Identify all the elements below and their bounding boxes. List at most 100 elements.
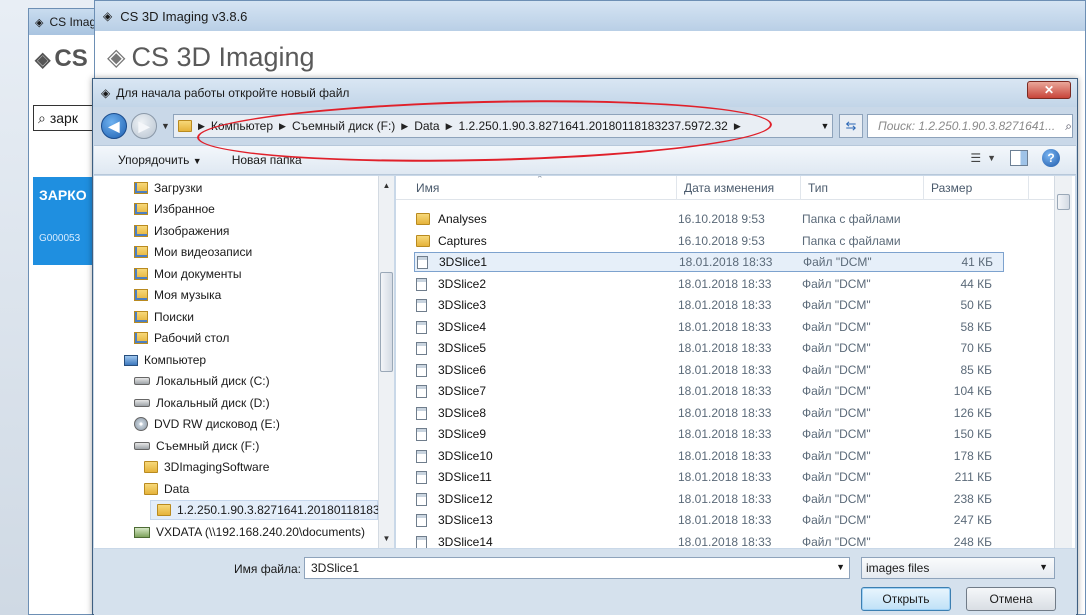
list-item[interactable]: 3DSlice2 18.01.2018 18:33 Файл "DCM" 44 КБ: [414, 274, 1004, 294]
tree-item-drive-c[interactable]: Локальный диск (C:): [134, 371, 270, 391]
new-folder-button[interactable]: Новая папка: [232, 153, 302, 167]
breadcrumb-item[interactable]: 1.2.250.1.90.3.8271641.20180118183237.59…: [458, 119, 727, 133]
list-item[interactable]: 3DSlice13 18.01.2018 18:33 Файл "DCM" 247 К…: [414, 510, 1004, 530]
tree-item-data[interactable]: Data: [144, 479, 189, 499]
list-item-selected[interactable]: 3DSlice1 18.01.2018 18:33 Файл "DCM" 41 КБ: [414, 252, 1004, 272]
scrollbar-thumb[interactable]: [1057, 194, 1070, 210]
scroll-up-icon[interactable]: ▲: [379, 178, 394, 193]
tree-item-videos[interactable]: Мои видеозаписи: [134, 242, 252, 262]
tree-item-current-study[interactable]: 1.2.250.1.90.3.8271641.201801181832: [150, 500, 386, 520]
file-date: 18.01.2018 18:33: [678, 363, 772, 377]
breadcrumb-item[interactable]: Data: [414, 119, 439, 133]
file-date: 18.01.2018 18:33: [678, 406, 772, 420]
tree-item-documents[interactable]: Мои документы: [134, 264, 241, 284]
tree-item-searches[interactable]: Поиски: [134, 307, 194, 327]
tree-item-computer[interactable]: Компьютер: [124, 350, 206, 370]
list-item[interactable]: 3DSlice9 18.01.2018 18:33 Файл "DCM" 150 КБ: [414, 424, 1004, 444]
open-button[interactable]: Открыть: [861, 587, 951, 611]
chevron-right-icon[interactable]: ▶: [279, 121, 286, 132]
column-header-date[interactable]: Дата изменения: [684, 181, 774, 195]
filetype-value: images files: [866, 561, 930, 575]
folder-icon: [134, 268, 148, 280]
list-item[interactable]: 3DSlice5 18.01.2018 18:33 Файл "DCM" 70 КБ: [414, 338, 1004, 358]
search-input[interactable]: Поиск: 1.2.250.1.90.3.8271641... ⌕: [867, 114, 1073, 138]
breadcrumb-item[interactable]: Съемный диск (F:): [292, 119, 395, 133]
breadcrumb-item[interactable]: Компьютер: [211, 119, 273, 133]
file-icon: [416, 363, 427, 377]
list-item[interactable]: 3DSlice10 18.01.2018 18:33 Файл "DCM" 178 К…: [414, 446, 1004, 466]
list-item[interactable]: 3DSlice8 18.01.2018 18:33 Файл "DCM" 126 КБ: [414, 403, 1004, 423]
chevron-right-icon[interactable]: ▶: [401, 121, 408, 132]
scrollbar-thumb[interactable]: [380, 272, 393, 372]
column-divider[interactable]: [1028, 176, 1029, 200]
list-item[interactable]: 3DSlice4 18.01.2018 18:33 Файл "DCM" 58 КБ: [414, 317, 1004, 337]
tree-item-vxdata[interactable]: VXDATA (\\192.168.240.20\documents): [134, 522, 365, 542]
column-header-type[interactable]: Тип: [808, 181, 828, 195]
folder-icon: [178, 120, 192, 132]
forward-button[interactable]: ▶: [131, 113, 157, 139]
back-button[interactable]: ◀: [101, 113, 127, 139]
address-bar[interactable]: ▶ Компьютер ▶ Съемный диск (F:) ▶ Data ▶…: [173, 114, 833, 138]
file-list-scrollbar[interactable]: [1054, 176, 1072, 548]
background-window-2-logo: ◈ CS 3D Imaging: [95, 31, 1085, 83]
app-logo-icon: ◈: [35, 16, 44, 29]
dialog-titlebar[interactable]: ◈ Для начала работы откройте новый файл: [93, 79, 1077, 107]
folder-icon: [416, 235, 430, 247]
tree-item-label: Моя музыка: [154, 288, 222, 302]
preview-pane-icon[interactable]: [1010, 150, 1028, 166]
background-window-2-titlebar[interactable]: ◈ CS 3D Imaging v3.8.6: [95, 1, 1085, 31]
file-icon: [416, 470, 427, 484]
tree-item-drive-e[interactable]: DVD RW дисковод (E:): [134, 414, 280, 434]
column-divider[interactable]: [676, 176, 677, 200]
address-history-dropdown[interactable]: ▼: [815, 114, 835, 138]
list-item[interactable]: 3DSlice14 18.01.2018 18:33 Файл "DCM" 248 К…: [414, 532, 1004, 548]
help-button[interactable]: ?: [1042, 149, 1060, 167]
tree-item-music[interactable]: Моя музыка: [134, 285, 221, 305]
list-item[interactable]: Analyses 16.10.2018 9:53 Папка с файлами: [414, 209, 1004, 229]
recent-pages-dropdown[interactable]: ▼: [161, 121, 170, 131]
list-item[interactable]: 3DSlice6 18.01.2018 18:33 Файл "DCM" 85 КБ: [414, 360, 1004, 380]
close-button[interactable]: ✕: [1027, 81, 1071, 99]
column-header-size[interactable]: Размер: [931, 181, 972, 195]
tree-item-label: Рабочий стол: [154, 331, 230, 345]
change-view-button[interactable]: ☰ ▼: [970, 151, 996, 165]
file-list[interactable]: Имя ⌃ Дата изменения Тип Размер Analyses…: [396, 176, 1075, 548]
open-file-dialog[interactable]: ◈ Для начала работы откройте новый файл …: [92, 78, 1078, 615]
chevron-right-icon[interactable]: ▶: [446, 121, 453, 132]
list-item[interactable]: 3DSlice3 18.01.2018 18:33 Файл "DCM" 50 КБ: [414, 295, 1004, 315]
file-date: 18.01.2018 18:33: [678, 492, 772, 506]
background-window-2-title: CS 3D Imaging v3.8.6: [120, 8, 248, 24]
folder-icon: [157, 504, 171, 516]
drive-icon: [134, 442, 150, 450]
tree-item-downloads[interactable]: Загрузки: [134, 178, 202, 198]
tree-scrollbar[interactable]: ▲ ▼: [378, 176, 394, 548]
navigation-tree[interactable]: Загрузки Избранное Изображения Мои видео…: [94, 176, 394, 548]
chevron-down-icon: ▼: [192, 156, 202, 166]
chevron-down-icon: ▼: [987, 153, 996, 163]
list-item[interactable]: 3DSlice12 18.01.2018 18:33 Файл "DCM" 238 К…: [414, 489, 1004, 509]
filename-input[interactable]: 3DSlice1 ▼: [304, 557, 850, 579]
tree-item-desktop[interactable]: Рабочий стол: [134, 328, 229, 348]
organize-button[interactable]: Упорядочить ▼: [118, 153, 202, 167]
tree-item-favorites[interactable]: Избранное: [134, 199, 215, 219]
file-icon: [416, 535, 427, 548]
list-item[interactable]: 3DSlice11 18.01.2018 18:33 Файл "DCM" 211 К…: [414, 467, 1004, 487]
column-divider[interactable]: [923, 176, 924, 200]
tree-item-drive-d[interactable]: Локальный диск (D:): [134, 393, 270, 413]
scroll-down-icon[interactable]: ▼: [379, 531, 394, 546]
file-size: 70 КБ: [960, 341, 992, 355]
file-type: Файл "DCM": [802, 298, 871, 312]
column-header-name[interactable]: Имя: [416, 181, 439, 195]
list-item[interactable]: 3DSlice7 18.01.2018 18:33 Файл "DCM" 104 КБ: [414, 381, 1004, 401]
tree-item-pictures[interactable]: Изображения: [134, 221, 229, 241]
cancel-button[interactable]: Отмена: [966, 587, 1056, 611]
tree-item-3dimagingsoftware[interactable]: 3DImagingSoftware: [144, 457, 269, 477]
file-icon: [416, 492, 427, 506]
tree-item-drive-f[interactable]: Съемный диск (F:): [134, 436, 259, 456]
filetype-select[interactable]: images files ▼: [861, 557, 1055, 579]
chevron-right-icon[interactable]: ▶: [734, 121, 741, 132]
chevron-down-icon[interactable]: ▼: [836, 562, 845, 572]
column-divider[interactable]: [800, 176, 801, 200]
list-item[interactable]: Captures 16.10.2018 9:53 Папка с файлами: [414, 231, 1004, 251]
refresh-button[interactable]: ⇆: [839, 114, 863, 138]
